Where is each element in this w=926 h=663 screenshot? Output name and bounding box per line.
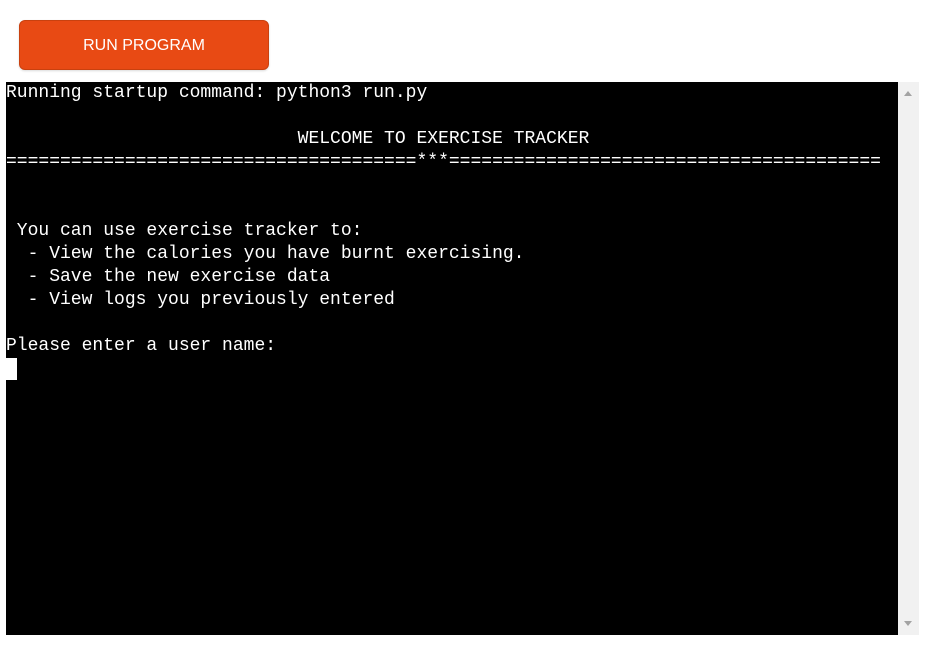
terminal-container: Running startup command: python3 run.py … (6, 82, 919, 635)
terminal-line: Please enter a user name: (6, 336, 277, 356)
terminal-line: - View logs you previously entered (6, 290, 395, 310)
terminal-line: WELCOME TO EXERCISE TRACKER (6, 129, 590, 149)
terminal-line: - View the calories you have burnt exerc… (6, 244, 525, 264)
terminal-line: ======================================**… (6, 152, 881, 172)
terminal-input-line[interactable] (6, 358, 898, 381)
text-cursor (6, 358, 17, 380)
terminal-line: Running startup command: python3 run.py (6, 83, 428, 103)
run-program-button[interactable]: RUN PROGRAM (19, 20, 269, 70)
terminal-output[interactable]: Running startup command: python3 run.py … (6, 82, 898, 635)
chevron-down-icon[interactable] (904, 621, 912, 626)
terminal-scrollbar[interactable] (898, 82, 919, 635)
terminal-line: - Save the new exercise data (6, 267, 331, 287)
chevron-up-icon[interactable] (904, 91, 912, 96)
terminal-line: You can use exercise tracker to: (6, 221, 363, 241)
